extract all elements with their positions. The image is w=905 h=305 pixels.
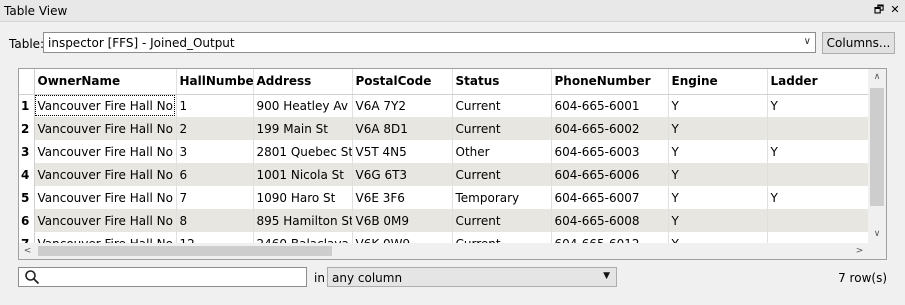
table-label: Table: bbox=[9, 37, 45, 51]
row-count: 7 row(s) bbox=[838, 271, 887, 285]
scroll-up-icon[interactable]: ∧ bbox=[868, 69, 886, 86]
scrollbar-corner bbox=[868, 243, 886, 259]
table-row[interactable]: 5 Vancouver Fire Hall No 7 7 1090 Haro St V6… bbox=[19, 186, 886, 209]
table-cell[interactable]: 7 bbox=[176, 186, 254, 209]
table-cell[interactable]: Y bbox=[668, 94, 768, 117]
table-select-value: inspector [FFS] - Joined_Output bbox=[48, 36, 235, 50]
panel-titlebar: Table View 🗗 ✕ bbox=[0, 0, 905, 22]
table-cell[interactable]: 2 bbox=[176, 117, 254, 140]
search-input[interactable] bbox=[43, 269, 303, 285]
table-cell[interactable]: Y bbox=[668, 209, 768, 232]
table-cell[interactable]: Vancouver Fire Hall No 3 bbox=[34, 140, 177, 163]
table-cell[interactable]: 1 bbox=[176, 94, 254, 117]
table-cell[interactable]: Current bbox=[452, 163, 552, 186]
table-select[interactable]: inspector [FFS] - Joined_Output ∨ bbox=[43, 32, 816, 53]
table-cell[interactable]: 1090 Haro St bbox=[253, 186, 353, 209]
table-cell[interactable]: 604-665-6007 bbox=[551, 186, 669, 209]
table-cell[interactable]: 604-665-6008 bbox=[551, 209, 669, 232]
column-filter-value: any column bbox=[332, 271, 403, 285]
row-number[interactable]: 2 bbox=[19, 117, 35, 140]
scroll-right-icon[interactable]: > bbox=[851, 243, 868, 259]
header-row: OwnerName HallNumber Address PostalCode … bbox=[19, 69, 886, 95]
float-window-icon[interactable]: 🗗 bbox=[872, 3, 886, 17]
search-box[interactable] bbox=[18, 267, 307, 287]
table-cell[interactable]: 6 bbox=[176, 163, 254, 186]
table-cell[interactable]: 604-665-6001 bbox=[551, 94, 669, 117]
grid-table: OwnerName HallNumber Address PostalCode … bbox=[19, 69, 886, 255]
table-cell[interactable]: 895 Hamilton St bbox=[253, 209, 353, 232]
horizontal-scroll-thumb[interactable] bbox=[38, 246, 332, 256]
column-filter-select[interactable]: any column ▼ bbox=[327, 267, 617, 287]
column-header[interactable]: PhoneNumber bbox=[551, 69, 669, 95]
table-cell[interactable]: 3 bbox=[176, 140, 254, 163]
table-cell[interactable]: 2801 Quebec St bbox=[253, 140, 353, 163]
table-row[interactable]: 3 Vancouver Fire Hall No 3 3 2801 Quebec St… bbox=[19, 140, 886, 163]
row-number[interactable]: 5 bbox=[19, 186, 35, 209]
close-icon[interactable]: ✕ bbox=[888, 3, 902, 17]
table-cell[interactable]: Current bbox=[452, 209, 552, 232]
table-row[interactable]: 6 Vancouver Fire Hall No 8 8 895 Hamilton S… bbox=[19, 209, 886, 232]
table-cell[interactable]: 604-665-6003 bbox=[551, 140, 669, 163]
row-number[interactable]: 6 bbox=[19, 209, 35, 232]
table-cell[interactable]: 604-665-6006 bbox=[551, 163, 669, 186]
table-cell[interactable]: V6E 3F6 bbox=[352, 186, 453, 209]
table-cell[interactable]: Y bbox=[668, 186, 768, 209]
column-header[interactable]: OwnerName bbox=[34, 69, 177, 95]
column-header[interactable]: Engine bbox=[668, 69, 768, 95]
table-cell[interactable]: Y bbox=[668, 117, 768, 140]
vertical-scroll-thumb[interactable] bbox=[870, 88, 884, 206]
scroll-left-icon[interactable]: < bbox=[19, 243, 36, 259]
table-cell[interactable]: Current bbox=[452, 117, 552, 140]
panel-title: Table View bbox=[4, 4, 68, 18]
data-grid[interactable]: OwnerName HallNumber Address PostalCode … bbox=[18, 68, 887, 260]
corner-header bbox=[19, 69, 35, 95]
table-row[interactable]: 1 Vancouver Fire Hall No 1 1 900 Heatley Av… bbox=[19, 94, 886, 117]
dropdown-arrow-icon: ▼ bbox=[603, 271, 610, 281]
table-row[interactable]: 4 Vancouver Fire Hall No 6 6 1001 Nicola St… bbox=[19, 163, 886, 186]
table-cell[interactable]: Y bbox=[668, 140, 768, 163]
table-cell[interactable]: V6A 7Y2 bbox=[352, 94, 453, 117]
table-cell[interactable]: 900 Heatley Av bbox=[253, 94, 353, 117]
table-cell[interactable]: V6A 8D1 bbox=[352, 117, 453, 140]
row-number[interactable]: 3 bbox=[19, 140, 35, 163]
table-cell[interactable]: 1001 Nicola St bbox=[253, 163, 353, 186]
column-header[interactable]: PostalCode bbox=[352, 69, 453, 95]
table-cell[interactable]: Vancouver Fire Hall No 8 bbox=[34, 209, 177, 232]
in-label: in bbox=[314, 271, 325, 285]
row-number[interactable]: 4 bbox=[19, 163, 35, 186]
table-cell[interactable]: V6B 0M9 bbox=[352, 209, 453, 232]
table-cell[interactable]: Vancouver Fire Hall No 2 bbox=[34, 117, 177, 140]
table-cell[interactable]: Temporary bbox=[452, 186, 552, 209]
table-cell[interactable]: Y bbox=[668, 163, 768, 186]
horizontal-scrollbar[interactable]: < > bbox=[19, 243, 868, 259]
table-cell[interactable]: V5T 4N5 bbox=[352, 140, 453, 163]
table-cell[interactable]: Current bbox=[452, 94, 552, 117]
table-row[interactable]: 2 Vancouver Fire Hall No 2 2 199 Main St V6A… bbox=[19, 117, 886, 140]
table-cell[interactable]: 8 bbox=[176, 209, 254, 232]
scroll-down-icon[interactable]: ∨ bbox=[868, 226, 886, 243]
columns-button[interactable]: Columns... bbox=[822, 32, 895, 54]
table-cell[interactable]: Other bbox=[452, 140, 552, 163]
chevron-down-icon: ∨ bbox=[803, 36, 811, 47]
table-cell[interactable]: V6G 6T3 bbox=[352, 163, 453, 186]
table-cell[interactable]: 604-665-6002 bbox=[551, 117, 669, 140]
column-header[interactable]: HallNumber bbox=[176, 69, 254, 95]
search-icon bbox=[25, 270, 40, 285]
row-number[interactable]: 1 bbox=[19, 94, 35, 117]
table-cell[interactable]: Vancouver Fire Hall No 7 bbox=[34, 186, 177, 209]
table-cell[interactable]: Vancouver Fire Hall No 1 bbox=[34, 94, 177, 117]
table-cell[interactable]: 199 Main St bbox=[253, 117, 353, 140]
column-header[interactable]: Status bbox=[452, 69, 552, 95]
column-header[interactable]: Address bbox=[253, 69, 353, 95]
table-cell[interactable]: Vancouver Fire Hall No 6 bbox=[34, 163, 177, 186]
vertical-scrollbar[interactable]: ∧ ∨ bbox=[868, 69, 886, 243]
